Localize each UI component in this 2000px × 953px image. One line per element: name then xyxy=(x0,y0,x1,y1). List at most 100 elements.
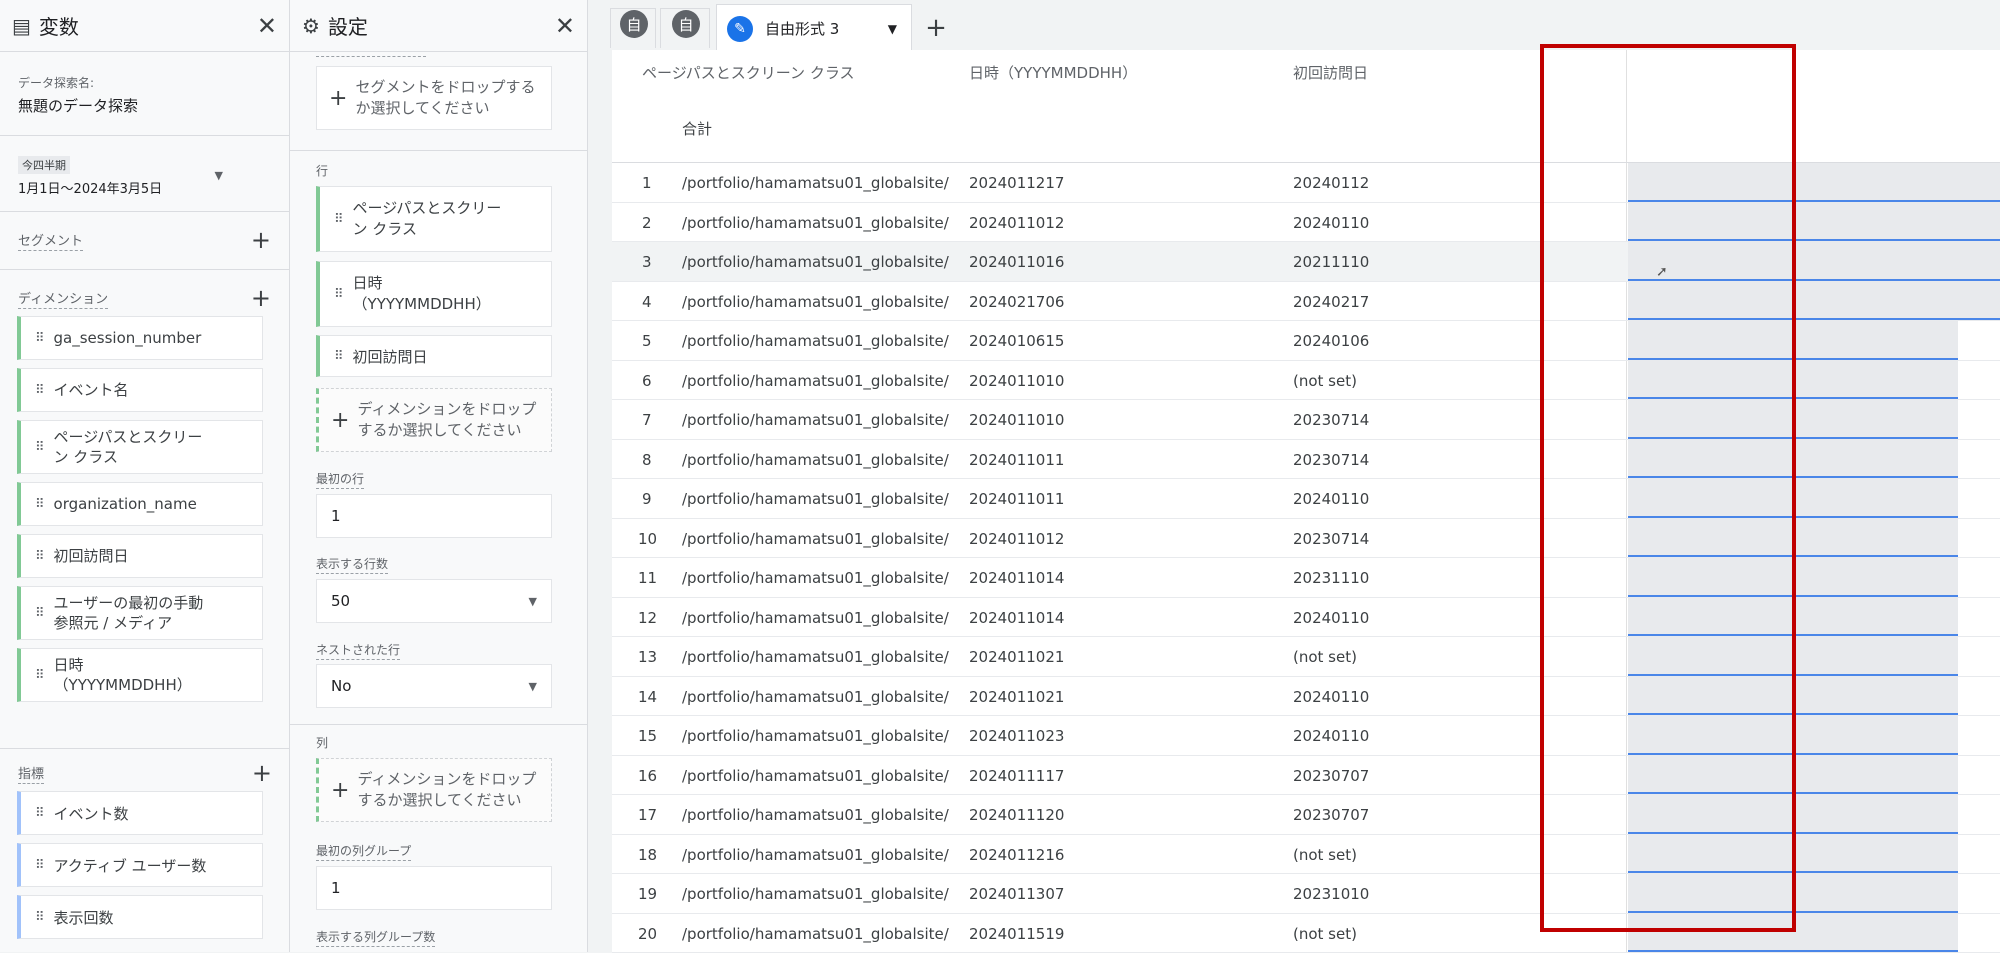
row-dim-first-visit[interactable]: ⠿ 初回訪問日 xyxy=(316,335,552,377)
metric-chip[interactable]: ⠿ イベント数 xyxy=(17,791,263,835)
first-visit-cell: 20240110 xyxy=(1293,688,1369,706)
row-index: 2 xyxy=(642,214,652,232)
variables-header: ▤ 変数 ✕ xyxy=(0,0,289,52)
dimension-chip[interactable]: ⠿ユーザーの最初の手動参照元 / メディア xyxy=(17,586,263,640)
show-rows-select[interactable]: 50 ▼ xyxy=(316,579,552,623)
datetime-cell: 2024011014 xyxy=(969,609,1064,627)
datetime-cell: 2024011217 xyxy=(969,174,1064,192)
datetime-cell: 2024011014 xyxy=(969,569,1064,587)
add-icon: + xyxy=(331,408,349,433)
add-metric-icon[interactable]: + xyxy=(252,761,272,785)
drag-handle-icon[interactable]: ⠿ xyxy=(35,858,44,873)
first-visit-cell: (not set) xyxy=(1293,925,1357,943)
start-row-input[interactable]: 1 xyxy=(316,494,552,538)
tab-1-icon[interactable]: 自 xyxy=(620,10,648,38)
dimension-label: ページパスとスクリー xyxy=(54,427,203,447)
datetime-cell: 2024011010 xyxy=(969,411,1064,429)
date-dropdown-icon[interactable]: ▼ xyxy=(215,169,223,182)
first-visit-cell: 20240217 xyxy=(1293,293,1369,311)
metric-label: イベント数 xyxy=(54,803,129,824)
drag-handle-icon[interactable]: ⠿ xyxy=(35,440,44,455)
column-header-page-path[interactable]: ページパスとスクリーン クラス xyxy=(642,62,855,83)
dimension-chip[interactable]: ⠿ ページパスとスクリーン クラス xyxy=(17,420,263,474)
date-range-section[interactable]: 今四半期 1月1日〜2024年3月5日 ▼ xyxy=(0,136,289,212)
datetime-cell: 2024021706 xyxy=(969,293,1064,311)
drag-handle-icon[interactable]: ⠿ xyxy=(35,331,44,346)
page-path-cell: /portfolio/hamamatsu01_globalsite/ xyxy=(682,214,949,232)
datetime-cell: 2024011011 xyxy=(969,490,1064,508)
page-path-cell: /portfolio/hamamatsu01_globalsite/ xyxy=(682,648,949,666)
row-dimension-drop-zone[interactable]: + ディメンションをドロップするか選択してください xyxy=(316,388,552,452)
metric-list: ⠿ イベント数 ⠿アクティブ ユーザー数 ⠿表示回数 xyxy=(18,791,272,939)
dimension-label: イベント名 xyxy=(54,380,129,400)
dimension-chip[interactable]: ⠿ga_session_number xyxy=(17,316,263,360)
dimension-chip[interactable]: ⠿ 初回訪問日 xyxy=(17,534,263,578)
datetime-cell: 2024011012 xyxy=(969,214,1064,232)
drag-handle-icon[interactable]: ⠿ xyxy=(35,497,44,512)
first-col-group-input[interactable]: 1 xyxy=(316,866,552,910)
segments-label: セグメント xyxy=(18,230,83,251)
dimension-label-wrap: 初回訪問日 xyxy=(54,546,129,566)
drag-handle-icon[interactable]: ⠿ xyxy=(334,287,343,302)
tab-2-icon[interactable]: 自 xyxy=(672,10,700,38)
metric-chip[interactable]: ⠿アクティブ ユーザー数 xyxy=(17,843,263,887)
first-visit-cell: (not set) xyxy=(1293,648,1357,666)
tab-active[interactable]: ✎ 自由形式 3 ▼ xyxy=(716,4,912,52)
row-index: 3 xyxy=(642,253,652,271)
dimension-label: ユーザーの最初の手動 xyxy=(54,593,204,613)
page-path-cell: /portfolio/hamamatsu01_globalsite/ xyxy=(682,609,949,627)
add-segment-icon[interactable]: + xyxy=(251,228,271,252)
dimensions-label: ディメンション xyxy=(18,288,108,309)
dimension-chip[interactable]: ⠿ イベント名 xyxy=(17,368,263,412)
first-visit-cell: 20230707 xyxy=(1293,767,1369,785)
row-dim-label: ページパスとスクリー xyxy=(353,198,502,219)
add-dimension-icon[interactable]: + xyxy=(251,286,271,310)
dimension-label-wrap: ページパスとスクリーン クラス xyxy=(54,427,203,467)
row-dim-datetime[interactable]: ⠿ 日時（YYYYMMDDHH） xyxy=(316,261,552,327)
row-dim-page-path[interactable]: ⠿ ページパスとスクリーン クラス xyxy=(316,186,552,252)
chevron-down-icon: ▼ xyxy=(529,595,537,608)
datetime-cell: 2024011021 xyxy=(969,688,1064,706)
add-tab-button[interactable]: + xyxy=(918,8,954,48)
first-visit-cell: 20211110 xyxy=(1293,253,1369,271)
dimensions-section: ディメンション + ⠿ga_session_number⠿イベント名⠿ページパス… xyxy=(0,270,289,702)
dimension-label: ン クラス xyxy=(54,447,203,467)
start-row-label: 最初の行 xyxy=(316,470,364,489)
dimension-label-wrap: organization_name xyxy=(54,494,197,514)
report-area: 自 自 ✎ 自由形式 3 ▼ + ページパスとスクリーン クラス 日時（YYYY… xyxy=(588,0,2000,952)
first-visit-cell: 20230714 xyxy=(1293,530,1369,548)
close-settings-icon[interactable]: ✕ xyxy=(555,12,575,40)
datetime-cell: 2024011519 xyxy=(969,925,1064,943)
datetime-cell: 2024011117 xyxy=(969,767,1064,785)
columns-label: 列 xyxy=(316,734,328,751)
dimension-chip[interactable]: ⠿日時（YYYYMMDDHH） xyxy=(17,648,263,702)
highlight-box xyxy=(1540,44,1796,932)
datetime-cell: 2024011016 xyxy=(969,253,1064,271)
datetime-cell: 2024011011 xyxy=(969,451,1064,469)
close-variables-icon[interactable]: ✕ xyxy=(257,12,277,40)
column-header-datetime[interactable]: 日時（YYYYMMDDHH） xyxy=(969,62,1137,83)
column-dimension-drop-zone[interactable]: + ディメンションをドロップするか選択してください xyxy=(316,758,552,822)
active-tab-label: 自由形式 3 xyxy=(765,18,888,39)
row-dim-label: （YYYYMMDDHH） xyxy=(353,294,491,315)
segment-drop-zone[interactable]: + セグメントをドロップする か選択してください xyxy=(316,66,552,130)
exploration-name[interactable]: 無題のデータ探索 xyxy=(18,95,271,116)
drag-handle-icon[interactable]: ⠿ xyxy=(334,349,343,364)
column-header-first-visit[interactable]: 初回訪問日 xyxy=(1293,62,1368,83)
drag-handle-icon[interactable]: ⠿ xyxy=(35,910,44,925)
row-index: 10 xyxy=(638,530,657,548)
drag-handle-icon[interactable]: ⠿ xyxy=(35,383,44,398)
chevron-down-icon[interactable]: ▼ xyxy=(888,22,897,36)
drag-handle-icon[interactable]: ⠿ xyxy=(35,606,44,621)
dimension-list: ⠿ga_session_number⠿イベント名⠿ページパスとスクリーン クラス… xyxy=(18,316,271,702)
dimension-chip[interactable]: ⠿ organization_name xyxy=(17,482,263,526)
page-path-cell: /portfolio/hamamatsu01_globalsite/ xyxy=(682,925,949,943)
row-index: 19 xyxy=(638,885,657,903)
page-path-cell: /portfolio/hamamatsu01_globalsite/ xyxy=(682,174,949,192)
drag-handle-icon[interactable]: ⠿ xyxy=(35,806,44,821)
drag-handle-icon[interactable]: ⠿ xyxy=(334,212,343,227)
nested-rows-select[interactable]: No ▼ xyxy=(316,664,552,708)
metric-chip[interactable]: ⠿表示回数 xyxy=(17,895,263,939)
drag-handle-icon[interactable]: ⠿ xyxy=(35,668,44,683)
drag-handle-icon[interactable]: ⠿ xyxy=(35,549,44,564)
